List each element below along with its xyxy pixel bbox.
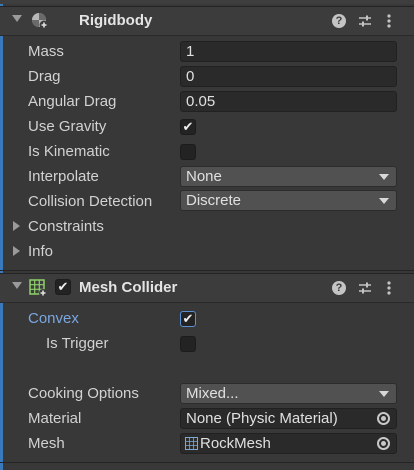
rigidbody-icon (32, 13, 49, 30)
collision-detection-dropdown[interactable]: Discrete (180, 190, 397, 211)
info-label: Info (28, 243, 54, 260)
component-separator (0, 462, 414, 463)
help-icon[interactable]: ? (332, 14, 346, 28)
selection-accent-bar (0, 4, 3, 470)
interpolate-value: None (186, 168, 222, 185)
is-kinematic-checkbox[interactable] (180, 144, 196, 160)
mesh-collider-icon (29, 279, 47, 297)
cooking-options-dropdown[interactable]: Mixed... (180, 383, 397, 404)
kebab-menu-icon[interactable] (381, 280, 397, 296)
collision-detection-value: Discrete (186, 192, 242, 209)
component-enabled-checkbox[interactable]: ✔ (55, 279, 71, 295)
info-foldout-icon[interactable] (13, 246, 20, 256)
convex-checkbox[interactable]: ✔ (180, 311, 196, 327)
dropdown-arrow-icon (379, 174, 389, 180)
is-kinematic-label: Is Kinematic (28, 143, 110, 160)
foldout-arrow-icon[interactable] (12, 15, 22, 22)
mesh-asset-icon (185, 437, 198, 450)
constraints-label: Constraints (28, 218, 104, 235)
angular-drag-field[interactable]: 0.05 (180, 91, 397, 112)
mesh-label: Mesh (28, 435, 65, 452)
cooking-options-value: Mixed... (186, 385, 239, 402)
is-trigger-checkbox[interactable] (180, 336, 196, 352)
presets-sliders-icon[interactable] (357, 13, 373, 29)
object-picker-icon[interactable] (377, 412, 390, 425)
help-icon[interactable]: ? (332, 281, 346, 295)
drag-field[interactable]: 0 (180, 66, 397, 87)
mesh-collider-header[interactable]: ✔ Mesh Collider ? (0, 273, 414, 303)
mass-field[interactable]: 1 (180, 41, 397, 62)
constraints-foldout-icon[interactable] (13, 221, 20, 231)
component-title: Rigidbody (79, 12, 153, 29)
foldout-arrow-icon[interactable] (12, 282, 22, 289)
component-title: Mesh Collider (79, 279, 178, 296)
mesh-value: RockMesh (200, 435, 271, 452)
previous-component-strip (0, 0, 414, 4)
mass-label: Mass (28, 43, 64, 60)
use-gravity-label: Use Gravity (28, 118, 107, 135)
dropdown-arrow-icon (379, 198, 389, 204)
material-object-field[interactable]: None (Physic Material) (180, 408, 397, 429)
kebab-menu-icon[interactable] (381, 13, 397, 29)
presets-sliders-icon[interactable] (357, 280, 373, 296)
dropdown-arrow-icon (379, 391, 389, 397)
material-value: None (Physic Material) (186, 410, 338, 427)
rigidbody-header[interactable]: Rigidbody ? (0, 6, 414, 36)
convex-label: Convex (28, 310, 79, 327)
use-gravity-checkbox[interactable]: ✔ (180, 119, 196, 135)
mesh-object-field[interactable]: RockMesh (180, 433, 397, 454)
is-trigger-label: Is Trigger (46, 335, 109, 352)
angular-drag-label: Angular Drag (28, 93, 117, 110)
cooking-options-label: Cooking Options (28, 385, 139, 402)
interpolate-label: Interpolate (28, 168, 99, 185)
interpolate-dropdown[interactable]: None (180, 166, 397, 187)
collision-detection-label: Collision Detection (28, 193, 153, 210)
drag-label: Drag (28, 68, 61, 85)
object-picker-icon[interactable] (377, 437, 390, 450)
material-label: Material (28, 410, 82, 427)
component-separator (0, 270, 414, 271)
